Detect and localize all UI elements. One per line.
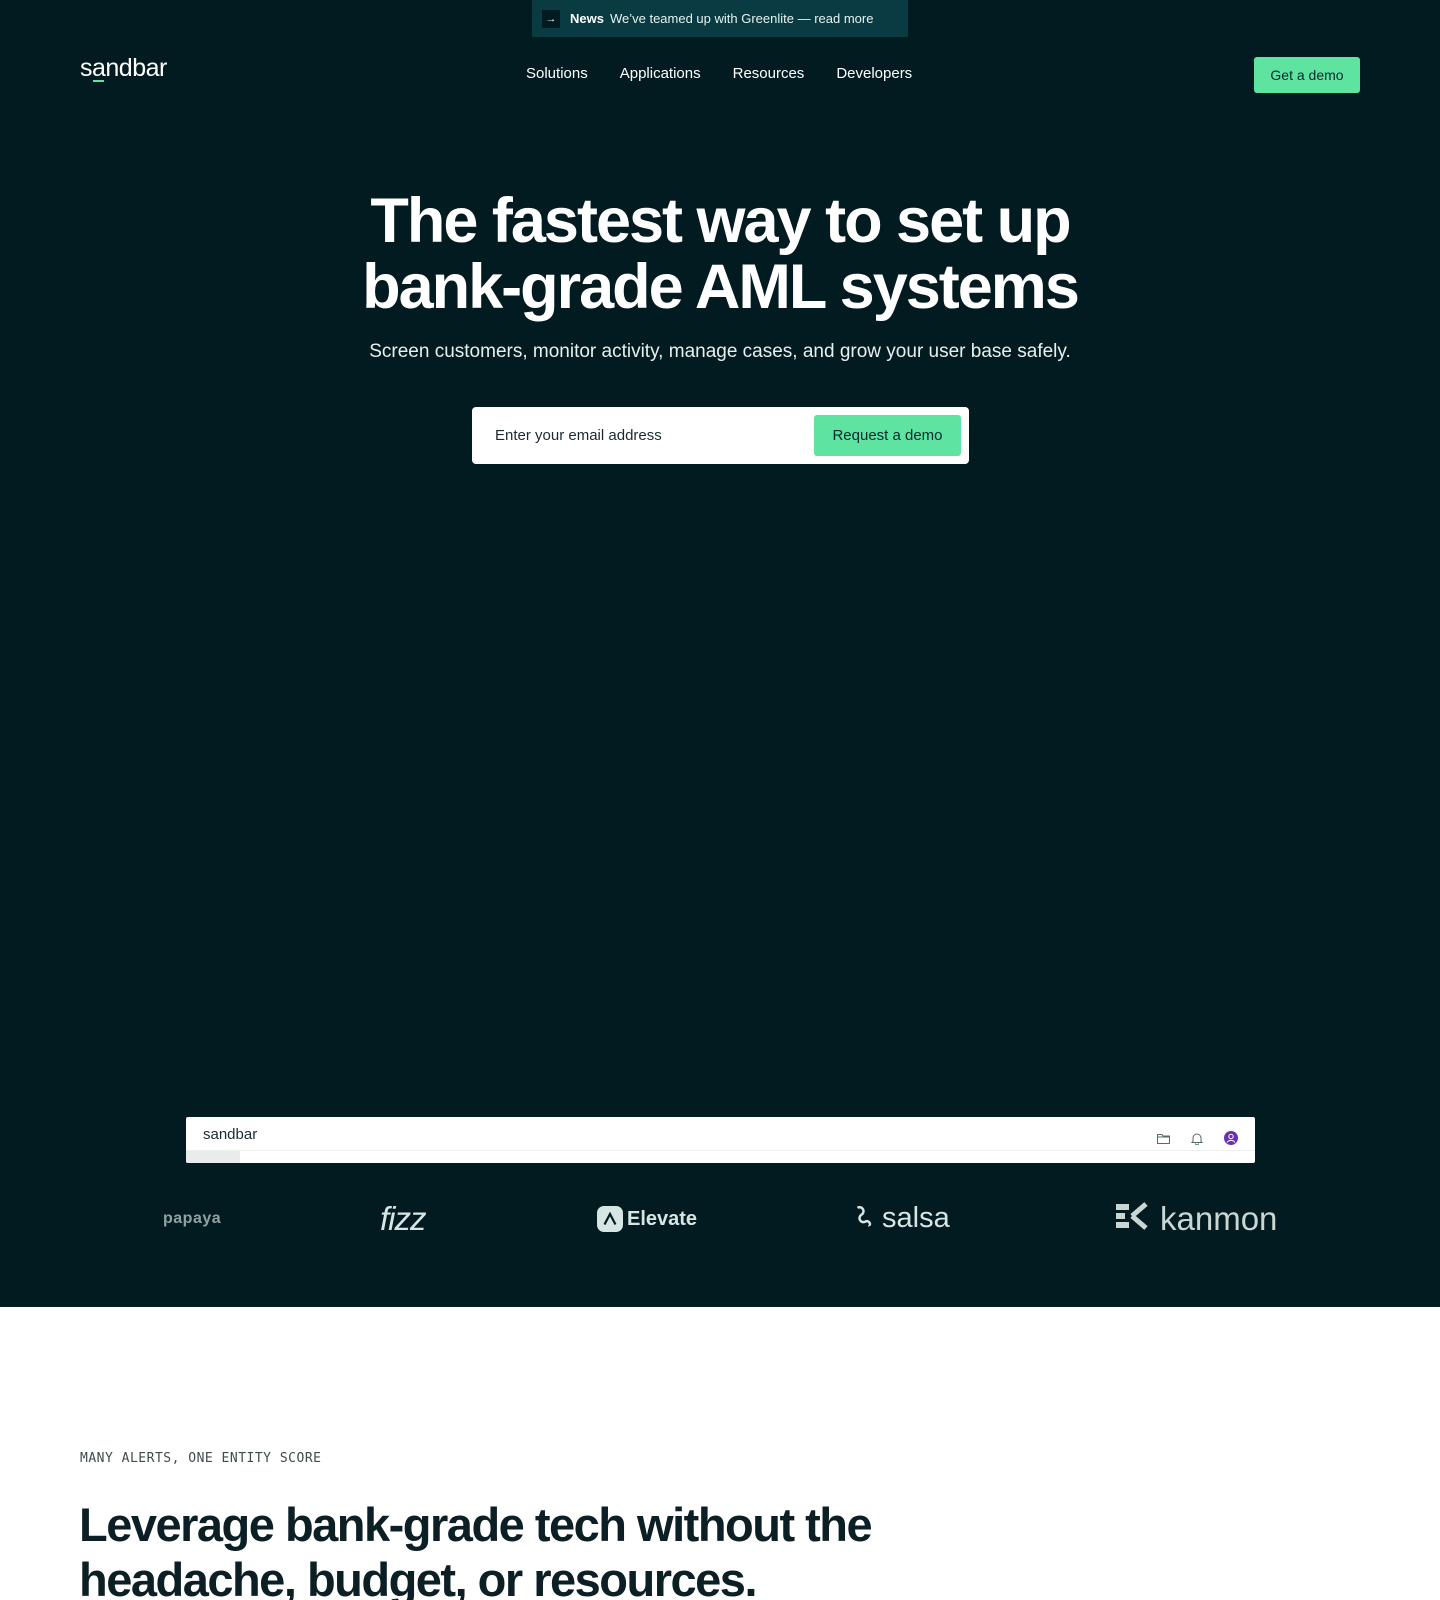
folder-icon[interactable] [1155,1130,1171,1146]
fizz-logo: fizz [380,1200,426,1238]
section-title-line-2: headache, budget, or resources. [79,1553,758,1600]
hero-title-line-2: bank-grade AML systems [362,252,1080,322]
fizz-logo-text: fizz [380,1200,426,1237]
bell-icon[interactable] [1189,1130,1205,1146]
nav-item-applications[interactable]: Applications [620,65,701,82]
hero-subtitle: Screen customers, monitor activity, mana… [369,341,1071,362]
request-demo-button[interactable]: Request a demo [814,415,961,456]
section-title: Leverage bank-grade tech without the hea… [79,1497,979,1600]
app-preview-toolbar [1155,1130,1239,1146]
arrow-right-icon: → [542,9,560,28]
customer-logos: papaya fizz Elevate salsa kanmon [0,1200,1440,1246]
get-demo-button[interactable]: Get a demo [1254,57,1360,93]
app-preview: sandbar [186,1117,1255,1163]
logo-text-prefix: s [80,54,93,82]
avatar-icon[interactable] [1223,1130,1239,1146]
papaya-logo-text: papaya [163,1210,222,1227]
elevate-mark-icon [597,1206,623,1232]
logo-text-underlined: a [92,54,106,82]
salsa-logo-text: salsa [882,1202,950,1234]
sandbar-logo[interactable]: sandbar [80,54,167,83]
news-banner[interactable]: → News We’ve teamed up with Greenlite — … [532,0,908,37]
news-text: We’ve teamed up with Greenlite — read mo… [609,11,874,26]
kanmon-logo-text: kanmon [1160,1200,1278,1237]
nav-item-solutions[interactable]: Solutions [526,65,588,82]
kanmon-mark-icon [1116,1201,1150,1237]
hero-title: The fastest way to set up bank-grade AML… [0,188,1440,320]
logo-text-suffix: ndbar [105,54,167,82]
main-nav: Solutions Applications Resources Develop… [526,65,944,82]
section-eyebrow: MANY ALERTS, ONE ENTITY SCORE [80,1451,322,1466]
hero-title-line-1: The fastest way to set up [370,186,1071,256]
section-title-line-1: Leverage bank-grade tech without the [79,1498,873,1551]
demo-request-form: Request a demo [472,407,969,464]
app-preview-logo: sandbar [203,1126,258,1143]
app-preview-sidebar-stub [186,1151,240,1163]
papaya-logo: papaya [163,1210,221,1228]
salsa-mark-icon [850,1202,879,1236]
email-input[interactable] [495,427,814,444]
kanmon-logo: kanmon [1116,1200,1277,1238]
nav-item-resources[interactable]: Resources [733,65,805,82]
elevate-logo-text: Elevate [627,1207,698,1230]
nav-item-developers[interactable]: Developers [836,65,912,82]
salsa-logo: salsa [856,1202,950,1235]
news-label: News [570,11,604,26]
elevate-logo: Elevate [597,1206,697,1232]
app-preview-divider [186,1150,1255,1151]
hero-section: → News We’ve teamed up with Greenlite — … [0,0,1440,1307]
